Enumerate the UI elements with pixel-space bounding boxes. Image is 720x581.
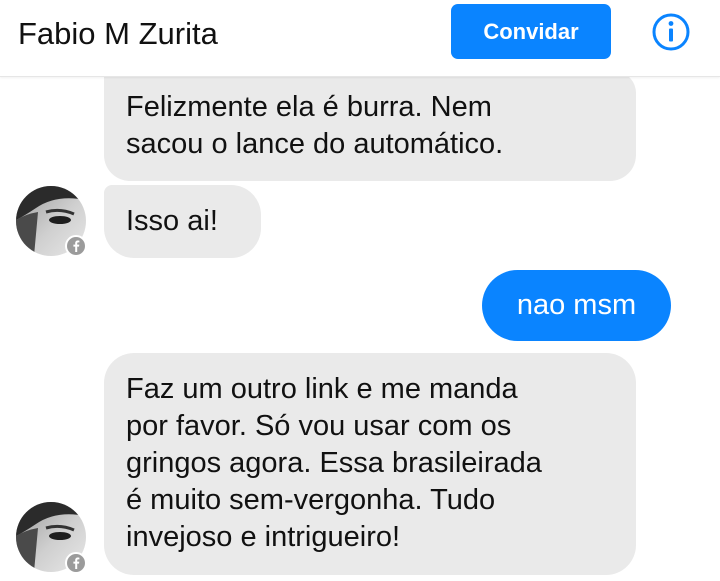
info-button[interactable]	[649, 10, 693, 54]
message-text: Faz um outro link e me manda por favor. …	[126, 373, 542, 553]
facebook-badge-icon	[65, 552, 87, 574]
message-bubble-incoming[interactable]: Felizmente ela é burra. Nem sacou o lanc…	[104, 77, 636, 181]
message-bubble-outgoing[interactable]: nao msm	[482, 270, 671, 341]
message-text: Felizmente ela é burra. Nem sacou o lanc…	[126, 91, 504, 160]
invite-button[interactable]: Convidar	[451, 4, 611, 59]
facebook-badge-icon	[65, 235, 87, 257]
chat-screen: Fabio M Zurita Convidar Felizmente ela é…	[0, 0, 720, 581]
info-circle-icon	[652, 13, 690, 51]
message-bubble-incoming[interactable]: Isso ai!	[104, 185, 261, 258]
message-text: Isso ai!	[126, 205, 218, 237]
contact-name[interactable]: Fabio M Zurita	[18, 14, 218, 54]
message-text: nao msm	[516, 289, 637, 321]
chat-header: Fabio M Zurita Convidar	[0, 0, 720, 77]
message-bubble-incoming[interactable]: Faz um outro link e me manda por favor. …	[104, 353, 636, 575]
message-thread[interactable]: Felizmente ela é burra. Nem sacou o lanc…	[0, 77, 720, 581]
